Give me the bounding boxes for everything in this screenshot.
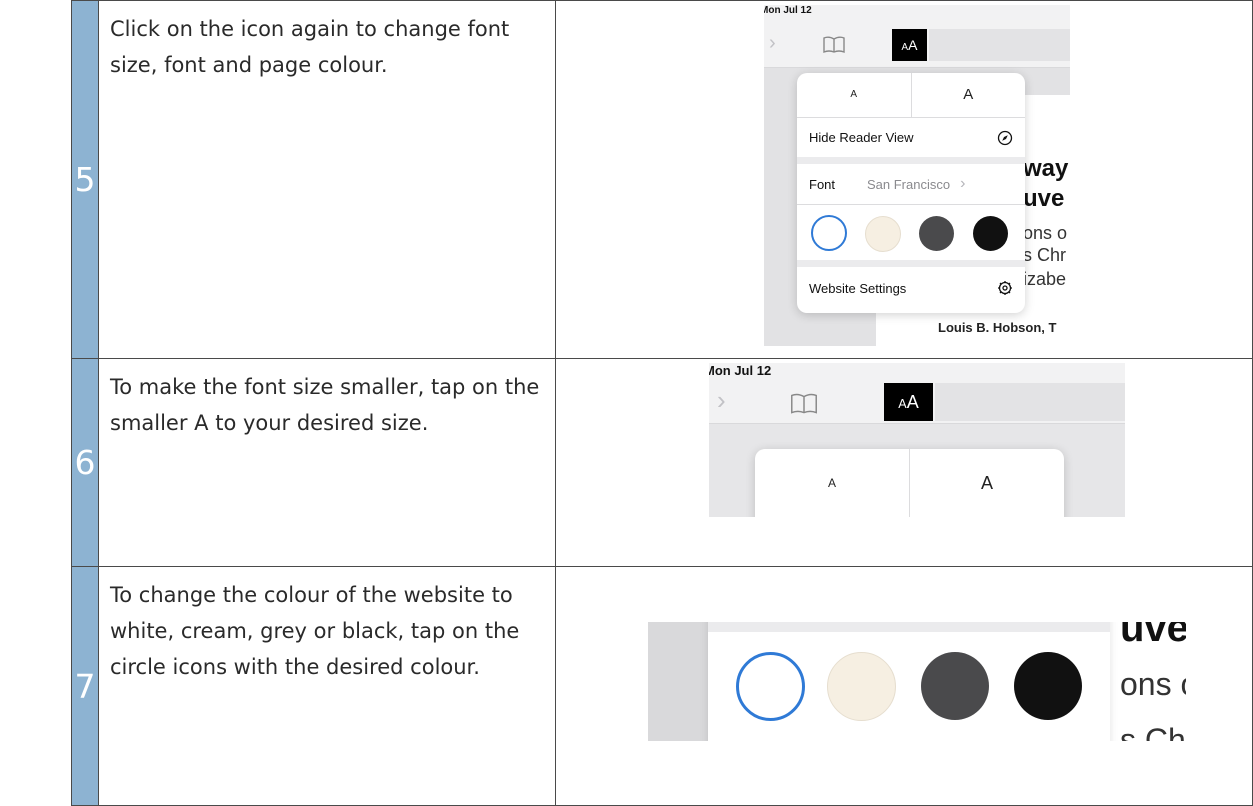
font-size-row: A A xyxy=(755,449,1064,517)
chevron-right-icon[interactable]: › xyxy=(717,385,726,416)
decrease-font-button[interactable]: A xyxy=(755,449,910,517)
reader-options-menu: A A Hide Reader View Font San Francisco … xyxy=(797,73,1025,313)
step-number: 7 xyxy=(71,566,99,806)
aa-large-letter: A xyxy=(908,37,918,53)
article-text-fragment: s Chr xyxy=(1023,245,1067,265)
theme-color-row xyxy=(797,204,1025,261)
increase-font-button[interactable]: A xyxy=(912,73,1026,117)
aa-small-letter: A xyxy=(898,397,907,411)
chevron-right-icon[interactable]: › xyxy=(769,32,776,55)
menu-separator xyxy=(708,622,1110,632)
step-number: 6 xyxy=(71,358,99,567)
menu-separator xyxy=(797,260,1025,267)
article-text-fragment: s Chr xyxy=(1120,722,1186,741)
decrease-font-button[interactable]: A xyxy=(797,73,912,117)
article-text-fragment: ons o xyxy=(1120,666,1186,702)
reader-text-options-button[interactable]: AA xyxy=(892,29,927,61)
compass-icon xyxy=(997,130,1013,145)
increase-font-button[interactable]: A xyxy=(910,449,1064,517)
font-label: Font xyxy=(809,176,836,192)
reader-options-menu: A A xyxy=(755,449,1064,517)
reader-text-options-button[interactable]: AA xyxy=(884,383,933,421)
step-instruction: To make the font size smaller, tap on th… xyxy=(98,358,556,567)
step-row-7: 7 To change the colour of the website to… xyxy=(71,566,1253,806)
theme-black-swatch[interactable] xyxy=(973,216,1008,251)
step-row-6: 6 To make the font size smaller, tap on … xyxy=(71,358,1253,567)
address-bar[interactable] xyxy=(935,383,1125,421)
article-byline: Louis B. Hobson, T xyxy=(938,320,1057,335)
book-icon[interactable] xyxy=(789,393,819,420)
screenshot-theme-colors: uve ons o s Chr xyxy=(648,622,1186,741)
theme-white-swatch[interactable] xyxy=(811,215,847,251)
font-size-row: A A xyxy=(797,73,1025,117)
step-number: 5 xyxy=(71,0,99,359)
aa-large-letter: A xyxy=(906,392,919,412)
theme-white-swatch[interactable] xyxy=(736,652,805,721)
article-heading-fragment: uve xyxy=(1023,185,1065,212)
screenshot-font-size: Mon Jul 12 › AA A A xyxy=(709,363,1125,517)
theme-grey-swatch[interactable] xyxy=(919,216,954,251)
book-icon[interactable] xyxy=(822,36,846,59)
website-settings-label: Website Settings xyxy=(809,280,907,296)
menu-separator xyxy=(797,157,1025,164)
step-screenshot: uve ons o s Chr xyxy=(555,566,1253,806)
hide-reader-view-label: Hide Reader View xyxy=(809,130,914,145)
article-text-fragment: izabe xyxy=(1023,269,1067,289)
steps-table: 5 Click on the icon again to change font… xyxy=(71,0,1253,806)
chevron-right-icon: › xyxy=(960,175,966,192)
address-bar[interactable] xyxy=(929,29,1070,61)
font-value: San Francisco xyxy=(867,176,951,192)
theme-grey-swatch[interactable] xyxy=(921,652,989,720)
article-heading-fragment: way xyxy=(1023,155,1069,182)
page-background xyxy=(648,622,708,741)
theme-cream-swatch[interactable] xyxy=(827,652,896,721)
screenshot-reader-menu: Mon Jul 12 › AA way uve ons o s Chr izab… xyxy=(764,5,1070,346)
status-date: Mon Jul 12 xyxy=(764,5,812,16)
theme-black-swatch[interactable] xyxy=(1014,652,1082,720)
theme-color-panel xyxy=(708,622,1110,741)
status-date: Mon Jul 12 xyxy=(709,363,772,378)
theme-cream-swatch[interactable] xyxy=(865,216,901,252)
website-settings-item[interactable]: Website Settings xyxy=(797,267,1025,309)
article-heading-fragment: uve xyxy=(1120,622,1186,650)
step-screenshot: Mon Jul 12 › AA A A xyxy=(555,358,1253,567)
step-screenshot: Mon Jul 12 › AA way uve ons o s Chr izab… xyxy=(555,0,1253,359)
hide-reader-view-item[interactable]: Hide Reader View xyxy=(797,117,1025,157)
step-row-5: 5 Click on the icon again to change font… xyxy=(71,0,1253,359)
gear-icon xyxy=(998,281,1012,295)
article-text-fragment: ons o xyxy=(1023,223,1068,243)
step-instruction: To change the colour of the website to w… xyxy=(98,566,556,806)
font-picker-item[interactable]: Font San Francisco › xyxy=(797,164,1025,204)
step-instruction: Click on the icon again to change font s… xyxy=(98,0,556,359)
